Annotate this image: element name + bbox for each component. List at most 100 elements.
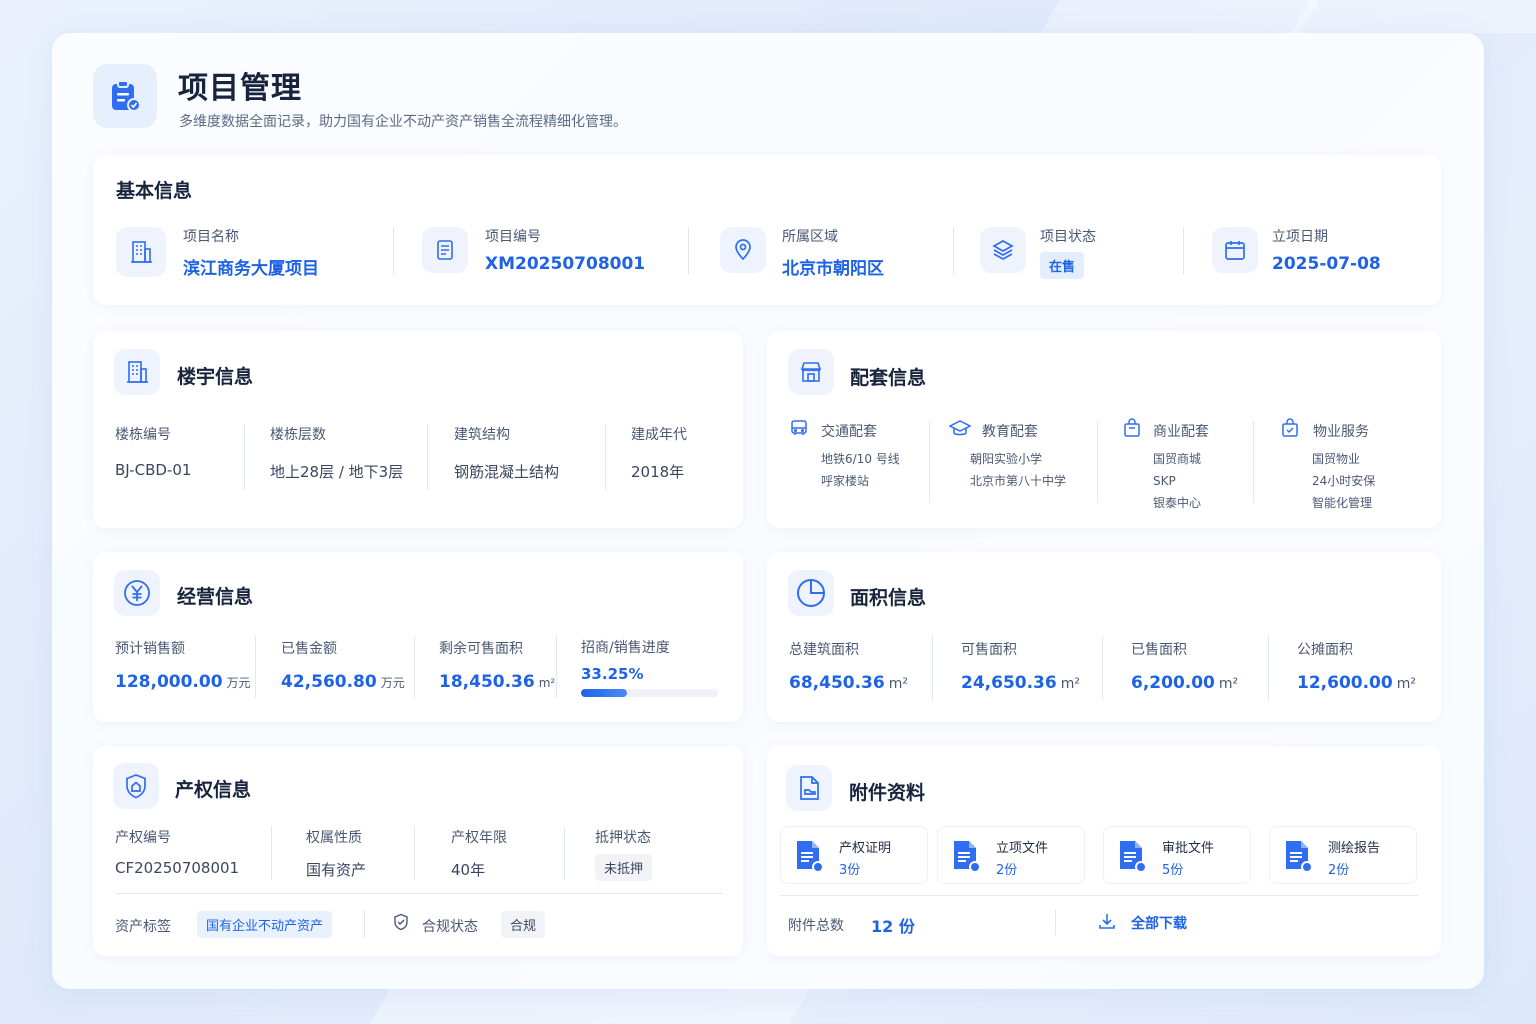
project-name-label: 项目名称 (183, 229, 239, 245)
building-col-value: 钢筋混凝土结构 (454, 463, 560, 481)
area-col-label: 总建筑面积 (789, 642, 859, 658)
property-term-label: 产权年限 (451, 830, 507, 846)
building-col-label: 建成年代 (631, 427, 687, 443)
shield-home-icon (113, 763, 159, 809)
progress-percent: 33.25% (581, 665, 644, 683)
facility-item: 24小时安保 (1312, 474, 1376, 488)
attachment-count: 2份 (1328, 863, 1350, 878)
compliance-badge: 合规 (501, 911, 546, 938)
facility-item: 智能化管理 (1312, 496, 1373, 510)
area-col-label: 已售面积 (1131, 642, 1187, 658)
download-icon (1097, 911, 1117, 935)
project-clipboard-icon (93, 64, 157, 128)
area-title: 面积信息 (850, 587, 927, 609)
building-col-value: 2018年 (631, 463, 685, 481)
sold-amount-value: 42,560.80 万元 (281, 672, 405, 692)
graduation-cap-icon (948, 419, 972, 446)
attachment-item[interactable]: 立项文件 2份 (937, 826, 1085, 884)
bus-icon (789, 418, 809, 445)
area-col-label: 可售面积 (961, 642, 1017, 658)
property-code-label: 产权编号 (115, 830, 171, 846)
building-col-label: 建筑结构 (454, 427, 510, 443)
area-card: 面积信息 总建筑面积 68,450.36 m² 可售面积 24,650.36 m² … (767, 552, 1441, 722)
download-all-label: 全部下载 (1131, 916, 1187, 932)
area-col-value: 68,450.36 m² (789, 673, 908, 693)
facility-item: SKP (1153, 474, 1176, 488)
status-label: 项目状态 (1040, 229, 1096, 245)
progress-bar-track (581, 689, 718, 697)
building-col-label: 楼栋层数 (270, 427, 326, 443)
mortgage-label: 抵押状态 (595, 830, 651, 846)
attachment-item[interactable]: 测绘报告 2份 (1269, 826, 1417, 884)
project-code-label: 项目编号 (485, 229, 541, 245)
attachment-item[interactable]: 产权证明 3份 (780, 826, 928, 884)
operation-title: 经营信息 (177, 586, 254, 608)
date-value: 2025-07-08 (1272, 254, 1381, 274)
operation-card: 经营信息 预计销售额 128,000.00 万元 已售金额 42,560.80 万元… (93, 552, 743, 722)
folder-file-icon (786, 765, 832, 811)
layers-icon (980, 227, 1026, 273)
area-col-label: 公摊面积 (1297, 642, 1353, 658)
asset-tag-badge: 国有企业不动产资产 (197, 911, 333, 938)
ownership-nature-value: 国有资产 (306, 861, 367, 879)
remaining-area-label: 剩余可售面积 (439, 641, 523, 657)
secure-bag-icon (1280, 418, 1300, 445)
attachment-name: 测绘报告 (1328, 841, 1381, 856)
property-card: 产权信息 产权编号 CF20250708001 权属性质 国有资产 产权年限 4… (93, 746, 743, 956)
attachment-item[interactable]: 审批文件 5份 (1103, 826, 1251, 884)
facility-group-label: 交通配套 (821, 424, 877, 440)
facility-item: 北京市第八十中学 (970, 474, 1067, 488)
location-pin-icon (720, 227, 766, 273)
area-col-value: 12,600.00 m² (1297, 673, 1416, 693)
area-value: 北京市朝阳区 (782, 259, 884, 279)
mortgage-badge: 未抵押 (595, 854, 653, 881)
file-doc-icon (1282, 839, 1314, 877)
property-code-value: CF20250708001 (115, 859, 240, 877)
yuan-coin-icon (114, 570, 160, 616)
pie-chart-icon (788, 570, 834, 616)
attachment-name: 立项文件 (996, 841, 1049, 856)
file-doc-icon (1116, 839, 1148, 877)
attachment-total-label: 附件总数 (788, 918, 844, 934)
attachment-count: 2份 (996, 863, 1018, 878)
attachments-title: 附件资料 (849, 782, 926, 804)
facility-group-label: 教育配套 (982, 424, 1038, 440)
ownership-nature-label: 权属性质 (306, 830, 362, 846)
project-name-value: 滨江商务大厦项目 (183, 259, 319, 279)
document-icon (422, 227, 468, 273)
attachment-name: 产权证明 (839, 841, 892, 856)
facility-item: 银泰中心 (1153, 496, 1202, 510)
status-badge: 在售 (1040, 252, 1085, 279)
compliance-label: 合规状态 (422, 919, 478, 935)
facility-item: 呼家楼站 (821, 474, 870, 488)
store-icon (788, 349, 834, 395)
basic-info-card: 基本信息 项目名称 滨江商务大厦项目 项目编号 XM20250708001 所属… (93, 155, 1441, 305)
building-info-title: 楼宇信息 (177, 366, 254, 388)
main-panel: 项目管理 多维度数据全面记录，助力国有企业不动产资产销售全流程精细化管理。 基本… (52, 33, 1484, 989)
progress-bar-fill (581, 689, 627, 697)
building-col-value: BJ-CBD-01 (115, 461, 192, 479)
area-label: 所属区域 (782, 229, 838, 245)
project-code-value: XM20250708001 (485, 254, 646, 274)
attachment-count: 5份 (1162, 863, 1184, 878)
building-icon (116, 227, 166, 277)
shield-check-icon (392, 913, 410, 938)
facility-item: 朝阳实验小学 (970, 452, 1043, 466)
area-col-value: 24,650.36 m² (961, 673, 1080, 693)
attachment-count: 3份 (839, 863, 861, 878)
basic-info-title: 基本信息 (116, 180, 193, 202)
page-subtitle: 多维度数据全面记录，助力国有企业不动产资产销售全流程精细化管理。 (179, 114, 627, 130)
facility-item: 国贸商城 (1153, 452, 1202, 466)
facility-item: 地铁6/10 号线 (821, 452, 900, 466)
remaining-area-value: 18,450.36 m² (439, 672, 556, 692)
area-col-value: 6,200.00 m² (1131, 673, 1239, 693)
calendar-icon (1212, 227, 1258, 273)
building-col-label: 楼栋编号 (115, 427, 171, 443)
download-all-button[interactable]: 全部下载 (1097, 911, 1187, 935)
date-label: 立项日期 (1272, 229, 1328, 245)
facility-group-label: 商业配套 (1153, 424, 1209, 440)
attachments-card: 附件资料 产权证明 3份 立项文件 2份 审批文件 5份 测绘报告 2份 附件总… (767, 746, 1441, 956)
facilities-card: 配套信息 交通配套 地铁6/10 号线 呼家楼站 教育配套 朝阳实验小学 北京市… (767, 331, 1441, 528)
property-title: 产权信息 (175, 779, 252, 801)
file-doc-icon (793, 839, 825, 877)
